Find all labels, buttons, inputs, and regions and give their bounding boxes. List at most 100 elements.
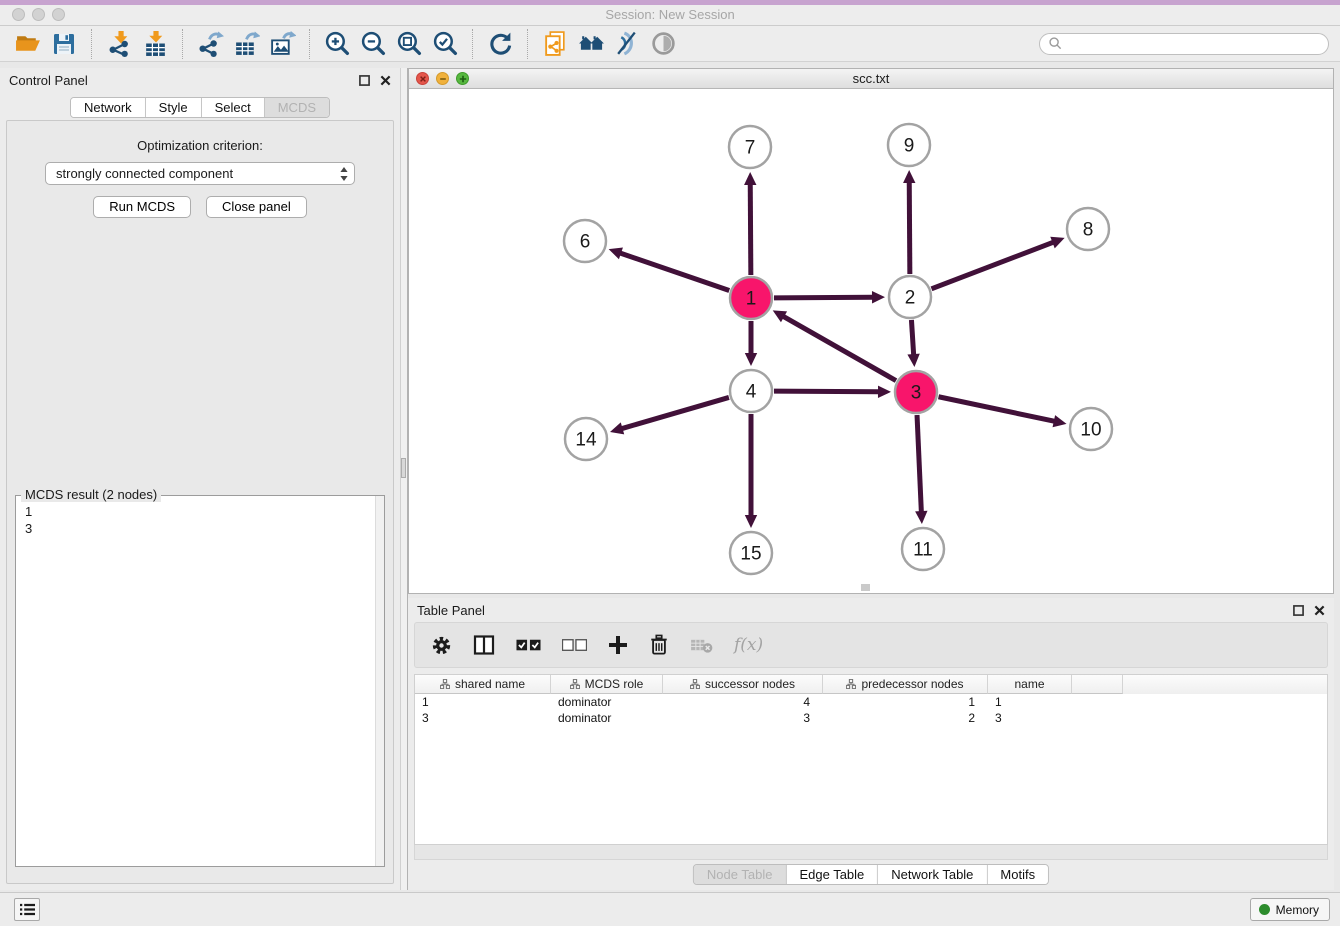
main-toolbar xyxy=(0,26,1340,62)
node-label: 4 xyxy=(746,382,757,403)
open-session-icon[interactable] xyxy=(10,28,46,60)
hide-style-icon[interactable] xyxy=(609,28,645,60)
delete-column-trash-icon[interactable] xyxy=(649,634,669,656)
splitter-grip[interactable] xyxy=(401,458,406,478)
table-tab-node-table[interactable]: Node Table xyxy=(694,865,787,884)
zoom-window-button[interactable] xyxy=(52,8,65,21)
table-row[interactable]: 1dominator411 xyxy=(415,694,1327,710)
network-close-button[interactable] xyxy=(416,72,429,85)
node-7[interactable]: 7 xyxy=(729,126,771,168)
minimize-window-button[interactable] xyxy=(32,8,45,21)
optimization-criterion-select[interactable]: strongly connected component xyxy=(45,162,355,185)
close-table-panel-icon[interactable] xyxy=(1314,605,1325,616)
export-table-icon[interactable] xyxy=(228,28,264,60)
application-window: Session: New Session xyxy=(0,0,1340,926)
column-header-MCDS-role[interactable]: MCDS role xyxy=(551,675,663,694)
tab-mcds[interactable]: MCDS xyxy=(265,98,329,117)
edge-1-4[interactable] xyxy=(745,321,757,366)
column-chooser-icon[interactable] xyxy=(473,634,495,656)
edge-1-6[interactable] xyxy=(609,247,730,290)
export-image-icon[interactable] xyxy=(264,28,300,60)
edge-line xyxy=(931,242,1053,289)
node-9[interactable]: 9 xyxy=(888,124,930,166)
clone-network-icon[interactable] xyxy=(537,28,573,60)
home-layout-icon[interactable] xyxy=(573,28,609,60)
table-tab-motifs[interactable]: Motifs xyxy=(987,865,1048,884)
node-8[interactable]: 8 xyxy=(1067,208,1109,250)
show-graphics-eye-icon[interactable] xyxy=(645,28,681,60)
import-table-icon[interactable] xyxy=(137,28,173,60)
edge-line xyxy=(774,391,879,392)
refresh-icon[interactable] xyxy=(482,28,518,60)
edge-4-15[interactable] xyxy=(745,414,757,528)
column-header-predecessor-nodes[interactable]: predecessor nodes xyxy=(823,675,988,694)
node-14[interactable]: 14 xyxy=(565,418,607,460)
table-cell: 3 xyxy=(663,710,823,726)
network-maximize-button[interactable] xyxy=(456,72,469,85)
run-mcds-button[interactable]: Run MCDS xyxy=(93,196,191,218)
result-scrollbar[interactable] xyxy=(375,496,384,866)
node-4[interactable]: 4 xyxy=(730,370,772,412)
zoom-out-icon[interactable] xyxy=(355,28,391,60)
save-session-icon[interactable] xyxy=(46,28,82,60)
control-panel-header: Control Panel xyxy=(0,68,400,92)
column-header-shared-name[interactable]: shared name xyxy=(415,675,551,694)
task-history-button[interactable] xyxy=(14,898,40,921)
node-3[interactable]: 3 xyxy=(895,371,937,413)
tab-network[interactable]: Network xyxy=(71,98,146,117)
node-1[interactable]: 1 xyxy=(730,277,772,319)
search-icon xyxy=(1048,36,1063,51)
deselect-all-rows-icon[interactable] xyxy=(562,639,587,652)
memory-button[interactable]: Memory xyxy=(1250,898,1330,921)
column-header-name[interactable]: name xyxy=(988,675,1072,694)
node-10[interactable]: 10 xyxy=(1070,408,1112,450)
edge-1-2[interactable] xyxy=(774,291,885,303)
control-panel-title: Control Panel xyxy=(9,73,88,88)
network-minimize-button[interactable] xyxy=(436,72,449,85)
search-field[interactable] xyxy=(1039,33,1329,55)
select-all-rows-icon[interactable] xyxy=(516,639,541,652)
edge-1-7[interactable] xyxy=(744,172,756,275)
close-panel-icon[interactable] xyxy=(380,75,391,86)
table-tab-edge-table[interactable]: Edge Table xyxy=(786,865,878,884)
search-input[interactable] xyxy=(1063,37,1320,51)
window-title: Session: New Session xyxy=(0,5,1340,25)
node-6[interactable]: 6 xyxy=(564,220,606,262)
edge-3-11[interactable] xyxy=(915,415,927,524)
edge-3-1[interactable] xyxy=(773,310,896,380)
add-column-icon[interactable] xyxy=(608,635,628,655)
node-2[interactable]: 2 xyxy=(889,276,931,318)
edge-arrowhead xyxy=(744,172,756,185)
table-settings-gear-icon[interactable] xyxy=(431,635,452,656)
edge-2-9[interactable] xyxy=(903,170,915,274)
float-table-panel-icon[interactable] xyxy=(1293,605,1304,616)
edge-4-14[interactable] xyxy=(610,397,729,434)
table-scrollbar[interactable] xyxy=(414,845,1328,860)
close-window-button[interactable] xyxy=(12,8,25,21)
float-panel-icon[interactable] xyxy=(359,75,370,86)
close-panel-button[interactable]: Close panel xyxy=(206,196,307,218)
tab-style[interactable]: Style xyxy=(146,98,202,117)
zoom-selected-icon[interactable] xyxy=(427,28,463,60)
edge-3-10[interactable] xyxy=(939,397,1067,427)
table-tab-network-table[interactable]: Network Table xyxy=(878,865,987,884)
network-window-title: scc.txt xyxy=(409,69,1333,88)
table-cell: 3 xyxy=(415,710,551,726)
zoom-fit-icon[interactable] xyxy=(391,28,427,60)
zoom-in-icon[interactable] xyxy=(319,28,355,60)
tab-select[interactable]: Select xyxy=(202,98,265,117)
node-15[interactable]: 15 xyxy=(730,532,772,574)
column-header-successor-nodes[interactable]: successor nodes xyxy=(663,675,823,694)
table-row[interactable]: 3dominator323 xyxy=(415,710,1327,726)
node-11[interactable]: 11 xyxy=(902,528,944,570)
network-resize-grip[interactable] xyxy=(861,584,870,591)
panel-splitter[interactable] xyxy=(400,68,408,890)
export-network-icon[interactable] xyxy=(192,28,228,60)
edge-4-3[interactable] xyxy=(774,386,891,398)
mcds-result-item: 1 xyxy=(25,503,375,520)
edge-line xyxy=(750,184,751,275)
edge-2-3[interactable] xyxy=(907,320,919,367)
edge-2-8[interactable] xyxy=(931,237,1064,289)
import-network-icon[interactable] xyxy=(101,28,137,60)
network-canvas[interactable]: 7 9 6 8 1 2 4 3 14 10 15 11 xyxy=(409,89,1333,593)
